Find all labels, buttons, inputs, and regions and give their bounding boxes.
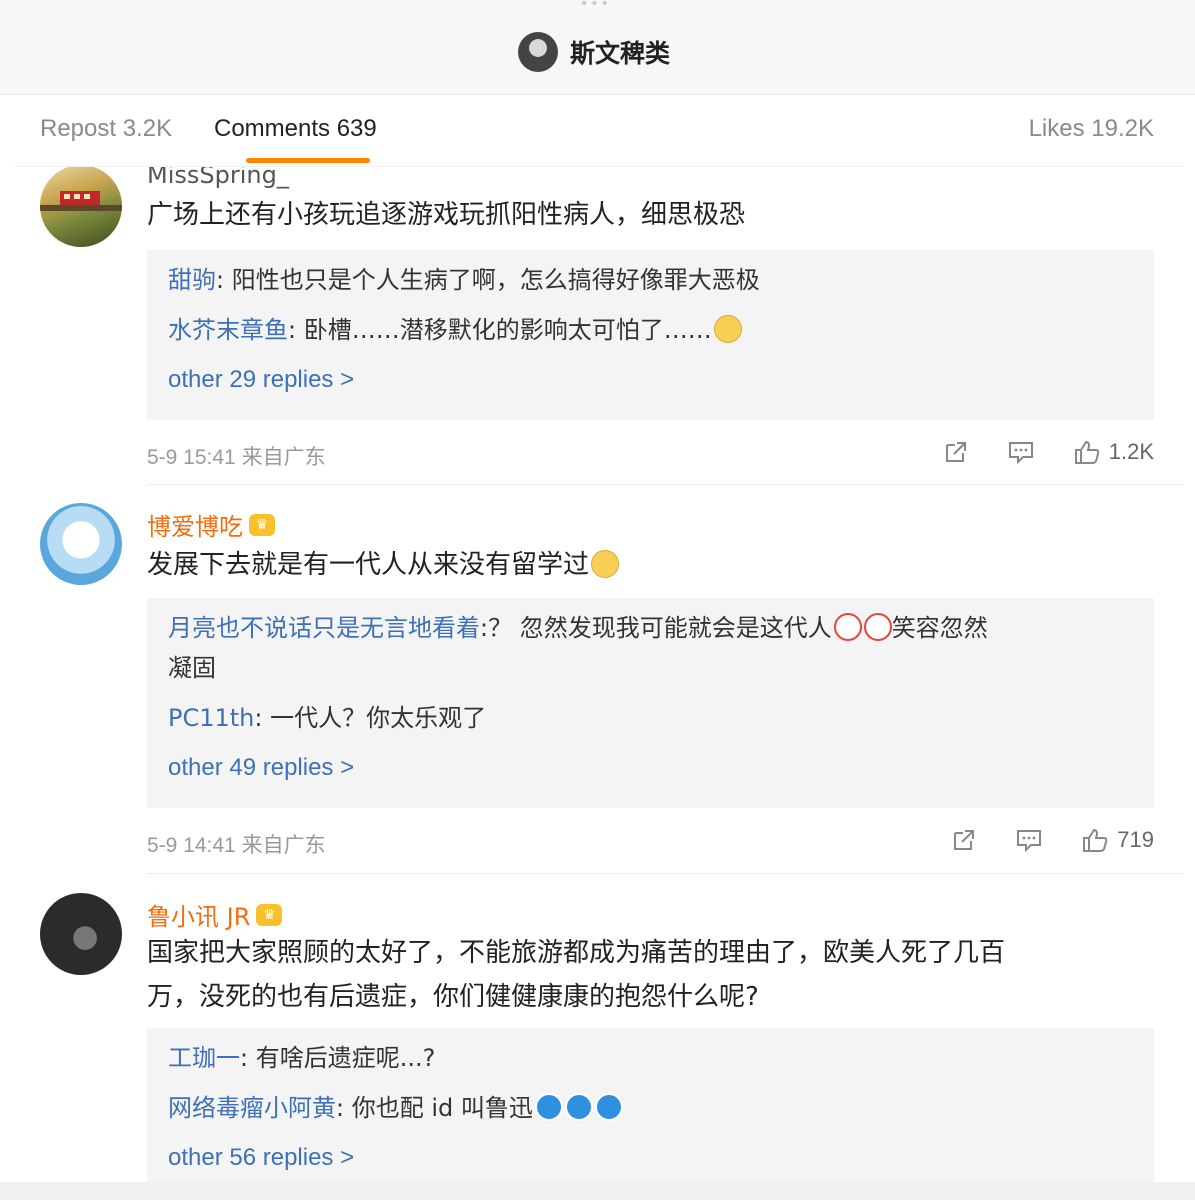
reply-text: : 阳性也只是个人生病了啊，怎么搞得好像罪大恶极	[216, 266, 760, 294]
like-button[interactable]: 1.2K	[1073, 439, 1154, 465]
comment-author[interactable]: 博爱博吃 ♛	[147, 507, 275, 542]
replies-box[interactable]: 甜驹: 阳性也只是个人生病了啊，怎么搞得好像罪大恶极 水芥末章鱼: 卧槽……潜移…	[147, 250, 1154, 420]
repost-icon	[945, 442, 966, 462]
reply-text: :？ 忽然发现我可能就会是这代人	[480, 614, 832, 642]
more-replies-link[interactable]: other 49 replies >	[168, 754, 354, 782]
drag-handle-dots: •••	[580, 0, 611, 12]
clown-face-emoji-icon	[863, 613, 892, 641]
comment-timestamp: 5-9 14:41 来自广东	[147, 834, 326, 857]
author-header[interactable]: 斯文稗类	[518, 31, 670, 73]
repost-icon	[954, 830, 975, 850]
like-button[interactable]: 719	[1081, 827, 1154, 853]
tab-repost[interactable]: Repost 3.2K	[40, 115, 172, 143]
reply-author[interactable]: 水芥末章鱼	[168, 316, 288, 344]
train-photo-icon	[40, 191, 122, 211]
doraemon-emoji-icon	[564, 1093, 593, 1121]
reply-author[interactable]: PC11th	[168, 704, 254, 732]
comment-icon	[1017, 830, 1042, 853]
reply-item[interactable]: 工珈一: 有啥后遗症呢...?	[168, 1038, 1128, 1078]
repost-button[interactable]	[943, 439, 969, 465]
comment-actions: 719	[913, 827, 1154, 853]
reply-item[interactable]: PC11th: 一代人？你太乐观了	[168, 698, 1128, 738]
reply-text: : 一代人？你太乐观了	[254, 704, 487, 732]
comment-text: 发展下去就是有一代人从来没有留学过	[147, 543, 1127, 587]
avatar[interactable]	[40, 165, 122, 247]
reply-author[interactable]: 月亮也不说话只是无言地看着	[168, 614, 480, 642]
replies-box[interactable]: 工珈一: 有啥后遗症呢...? 网络毒瘤小阿黄: 你也配 id 叫鲁迅 othe…	[147, 1028, 1154, 1200]
flushed-face-emoji-icon	[713, 315, 742, 343]
reply-text-cont: 笑容忽然	[891, 614, 988, 642]
comment-actions: 1.2K	[905, 439, 1154, 465]
active-tab-indicator	[246, 158, 370, 163]
comment-author-name[interactable]: 博爱博吃	[147, 507, 243, 542]
comment-text: 广场上还有小孩玩追逐游戏玩抓阳性病人，细思极恐	[147, 200, 746, 230]
comment-text-line2: 万，没死的也有后遗症，你们健健康康的抱怨什么呢?	[147, 982, 759, 1012]
tab-comments[interactable]: Comments 639	[214, 115, 377, 143]
reply-item[interactable]: 网络毒瘤小阿黄: 你也配 id 叫鲁迅	[168, 1088, 1128, 1128]
doraemon-emoji-icon	[534, 1093, 563, 1121]
reply-text: : 你也配 id 叫鲁迅	[336, 1094, 533, 1122]
crown-icon: ♛	[256, 903, 283, 926]
top-bar: ••• 斯文稗类	[0, 0, 1195, 95]
author-avatar[interactable]	[518, 32, 558, 72]
avatar[interactable]	[40, 503, 122, 585]
avatar[interactable]	[40, 893, 122, 975]
comment-timestamp: 5-9 15:41 来自广东	[147, 446, 326, 469]
like-count: 1.2K	[1108, 439, 1154, 464]
reply-item[interactable]: 月亮也不说话只是无言地看着:？ 忽然发现我可能就会是这代人 笑容忽然凝固	[168, 608, 1128, 688]
comment-button[interactable]	[1007, 439, 1035, 465]
grinning-face-emoji-icon	[591, 550, 620, 578]
reply-author[interactable]: 甜驹	[168, 266, 216, 294]
reply-text-line2: 凝固	[168, 654, 216, 682]
comments-sheet: Repost 3.2K Comments 639 Likes 19.2K Mis…	[14, 95, 1184, 1200]
tab-likes[interactable]: Likes 19.2K	[1029, 115, 1154, 143]
reply-text: : 有啥后遗症呢...?	[240, 1044, 436, 1072]
comment-text-line1: 国家把大家照顾的太好了，不能旅游都成为痛苦的理由了，欧美人死了几百	[147, 938, 1006, 968]
reply-author[interactable]: 工珈一	[168, 1044, 240, 1072]
comment-author-name[interactable]: 鲁小讯 JR	[147, 897, 250, 932]
divider	[147, 484, 1184, 485]
author-name[interactable]: 斯文稗类	[570, 34, 670, 70]
replies-box[interactable]: 月亮也不说话只是无言地看着:？ 忽然发现我可能就会是这代人 笑容忽然凝固 PC11…	[147, 598, 1154, 808]
crown-icon: ♛	[249, 513, 275, 536]
tab-bar: Repost 3.2K Comments 639 Likes 19.2K	[14, 95, 1184, 167]
divider	[147, 873, 1184, 874]
bottom-bar	[0, 1182, 1195, 1200]
reply-text: : 卧槽……潜移默化的影响太可怕了……	[288, 316, 712, 344]
more-replies-link[interactable]: other 29 replies >	[168, 366, 354, 394]
comment-text: 国家把大家照顾的太好了，不能旅游都成为痛苦的理由了，欧美人死了几百 万，没死的也…	[147, 931, 1127, 1019]
comment-button[interactable]	[1015, 827, 1043, 853]
repost-button[interactable]	[951, 827, 977, 853]
doraemon-emoji-icon	[594, 1093, 623, 1121]
reply-author[interactable]: 网络毒瘤小阿黄	[168, 1094, 336, 1122]
reply-item[interactable]: 甜驹: 阳性也只是个人生病了啊，怎么搞得好像罪大恶极	[168, 260, 1128, 300]
like-icon	[1074, 440, 1099, 464]
clown-face-emoji-icon	[833, 613, 862, 641]
comment-author[interactable]: 鲁小讯 JR ♛	[147, 897, 283, 932]
more-replies-link[interactable]: other 56 replies >	[168, 1144, 354, 1172]
comment-text-content: 发展下去就是有一代人从来没有留学过	[147, 550, 590, 580]
like-count: 719	[1117, 827, 1154, 852]
comment-icon	[1008, 442, 1033, 465]
reply-item[interactable]: 水芥末章鱼: 卧槽……潜移默化的影响太可怕了……	[168, 310, 1128, 350]
like-icon	[1083, 828, 1108, 852]
